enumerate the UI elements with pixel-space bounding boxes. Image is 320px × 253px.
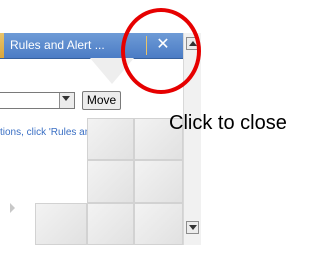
pane-title: Rules and Alert ... xyxy=(10,38,105,52)
grid-tile xyxy=(87,160,134,203)
dropdown-arrow-button[interactable] xyxy=(59,93,74,108)
grid-tile xyxy=(35,203,87,245)
grid-tile xyxy=(87,203,134,245)
grid-tile xyxy=(87,118,134,160)
move-button[interactable]: Move xyxy=(82,91,121,110)
folder-select[interactable] xyxy=(0,92,75,109)
screenshot-stage: Rules and Alert ... ✕ Move tions, click … xyxy=(0,0,313,253)
rules-hint-link[interactable]: tions, click 'Rules an xyxy=(0,127,90,138)
scroll-down-button[interactable] xyxy=(186,221,199,234)
close-highlight-circle xyxy=(121,8,201,94)
grid-tile xyxy=(134,203,183,245)
tab-left-edge xyxy=(0,33,4,58)
arrow-down-icon xyxy=(189,225,197,230)
click-to-close-label: Click to close xyxy=(169,112,287,134)
chevron-down-icon xyxy=(62,96,70,101)
chevron-right-icon xyxy=(10,203,15,213)
grid-tile xyxy=(134,160,183,203)
